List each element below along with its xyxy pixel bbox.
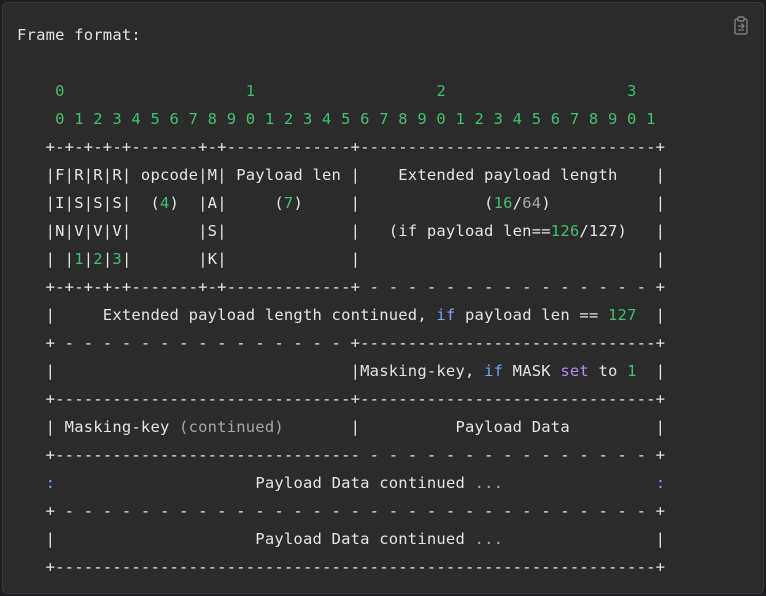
- diagram-line: 0 1 2 3 4 5 6 7 8 9 0 1 2 3 4 5 6 7 8 9 …: [17, 110, 656, 128]
- diagram-segment: 64: [522, 194, 542, 212]
- diagram-segment: 126: [550, 222, 580, 240]
- diagram-line: +-+-+-+-+-------+-+-------------+-------…: [17, 138, 665, 156]
- diagram-line: | |1|2|3| |K| | |: [17, 250, 665, 268]
- diagram-segment: [65, 82, 246, 100]
- diagram-line: 0 1 2 3: [17, 82, 637, 100]
- diagram-segment: +-+-+-+-+-------+-+-------------+-------…: [17, 138, 666, 156]
- diagram-segment: 127: [608, 306, 637, 324]
- frame-format-title: Frame format:: [17, 26, 141, 44]
- diagram-line: | |Masking-key, if MASK set to 1 |: [17, 362, 665, 380]
- diagram-segment: |: [83, 250, 94, 268]
- diagram-segment: +-+-+-+-+-------+-+-------------+ - - - …: [17, 278, 666, 296]
- diagram-segment: to: [588, 362, 628, 380]
- diagram-line: +-------------------------------- - - - …: [17, 446, 665, 464]
- diagram-line: +-------------------------------+-------…: [17, 390, 665, 408]
- diagram-segment: 16: [493, 194, 513, 212]
- diagram-segment: [446, 82, 627, 100]
- diagram-segment: 0: [55, 82, 65, 100]
- diagram-segment: [17, 474, 46, 492]
- diagram-segment: 3: [112, 250, 122, 268]
- frame-format-diagram: Frame format: 0 1 2 3 0 1 2 3 4 5 6 7 8 …: [17, 21, 665, 581]
- diagram-line: +---------------------------------------…: [17, 558, 665, 576]
- code-block: Frame format: 0 1 2 3 0 1 2 3 4 5 6 7 8 …: [2, 2, 764, 594]
- diagram-segment: (continued): [179, 418, 284, 436]
- diagram-segment: | Extended payload length continued,: [17, 306, 437, 324]
- diagram-segment: |F|R|R|R| opcode|M| Payload len | Extend…: [17, 166, 666, 184]
- diagram-segment: 2: [436, 82, 446, 100]
- diagram-segment: 0 1 2 3 4 5 6 7 8 9 0 1 2 3 4 5 6 7 8 9 …: [55, 110, 656, 128]
- diagram-segment: ) | (: [293, 194, 494, 212]
- diagram-segment: +-------------------------------- - - - …: [17, 446, 666, 464]
- diagram-segment: [17, 82, 55, 100]
- diagram-segment: | |K| | |: [121, 250, 666, 268]
- diagram-segment: |N|V|V|V| |S| | (if payload len==: [17, 222, 551, 240]
- diagram-segment: set: [560, 362, 589, 380]
- diagram-segment: Payload Data continued: [55, 474, 475, 492]
- diagram-segment: /: [512, 194, 523, 212]
- diagram-line: | Extended payload length continued, if …: [17, 306, 665, 324]
- copy-button[interactable]: [731, 15, 751, 37]
- diagram-segment: +---------------------------------------…: [17, 558, 666, 576]
- diagram-body: 0 1 2 3 0 1 2 3 4 5 6 7 8 9 0 1 2 3 4 5 …: [17, 82, 665, 576]
- diagram-segment: 1: [627, 362, 637, 380]
- diagram-segment: | Payload Data continued: [17, 530, 475, 548]
- clipboard-copy-icon: [734, 16, 748, 35]
- diagram-segment: |I|S|S|S| (: [17, 194, 160, 212]
- diagram-segment: [17, 110, 55, 128]
- diagram-segment: | Masking-key: [17, 418, 180, 436]
- diagram-line: : Payload Data continued ... :: [17, 474, 665, 492]
- diagram-segment: :: [655, 474, 666, 492]
- diagram-segment: | |Masking-key,: [17, 362, 485, 380]
- diagram-line: + - - - - - - - - - - - - - - - +-------…: [17, 334, 665, 352]
- diagram-segment: MASK: [503, 362, 561, 380]
- diagram-line: | Masking-key (continued) | Payload Data…: [17, 418, 665, 436]
- diagram-segment: ...: [474, 530, 504, 548]
- diagram-segment: | Payload Data |: [283, 418, 666, 436]
- diagram-segment: if: [484, 362, 504, 380]
- diagram-segment: if: [436, 306, 456, 324]
- diagram-segment: ...: [474, 474, 504, 492]
- diagram-line: | Payload Data continued ... |: [17, 530, 665, 548]
- diagram-segment: |: [503, 530, 666, 548]
- diagram-segment: :: [45, 474, 56, 492]
- diagram-segment: 2: [93, 250, 103, 268]
- diagram-line: |I|S|S|S| (4) |A| (7) | (16/64) |: [17, 194, 665, 212]
- diagram-segment: +-------------------------------+-------…: [17, 390, 666, 408]
- diagram-segment: | |: [17, 250, 75, 268]
- diagram-segment: 4: [159, 194, 170, 212]
- diagram-segment: + - - - - - - - - - - - - - - - +-------…: [17, 334, 666, 352]
- diagram-segment: |: [636, 306, 666, 324]
- diagram-segment: /127) |: [579, 222, 666, 240]
- diagram-segment: |: [636, 362, 666, 380]
- diagram-segment: ) |A| (: [169, 194, 284, 212]
- diagram-line: |F|R|R|R| opcode|M| Payload len | Extend…: [17, 166, 665, 184]
- diagram-segment: + - - - - - - - - - - - - - - - - - - - …: [17, 502, 666, 520]
- diagram-line: + - - - - - - - - - - - - - - - - - - - …: [17, 502, 665, 520]
- diagram-segment: [255, 82, 436, 100]
- diagram-line: +-+-+-+-+-------+-+-------------+ - - - …: [17, 278, 665, 296]
- diagram-segment: payload len ==: [455, 306, 608, 324]
- diagram-segment: 3: [627, 82, 637, 100]
- diagram-segment: [503, 474, 656, 492]
- diagram-segment: 1: [245, 82, 256, 100]
- diagram-line: |N|V|V|V| |S| | (if payload len==126/127…: [17, 222, 665, 240]
- diagram-segment: |: [102, 250, 113, 268]
- diagram-segment: ) |: [541, 194, 666, 212]
- diagram-segment: 1: [74, 250, 84, 268]
